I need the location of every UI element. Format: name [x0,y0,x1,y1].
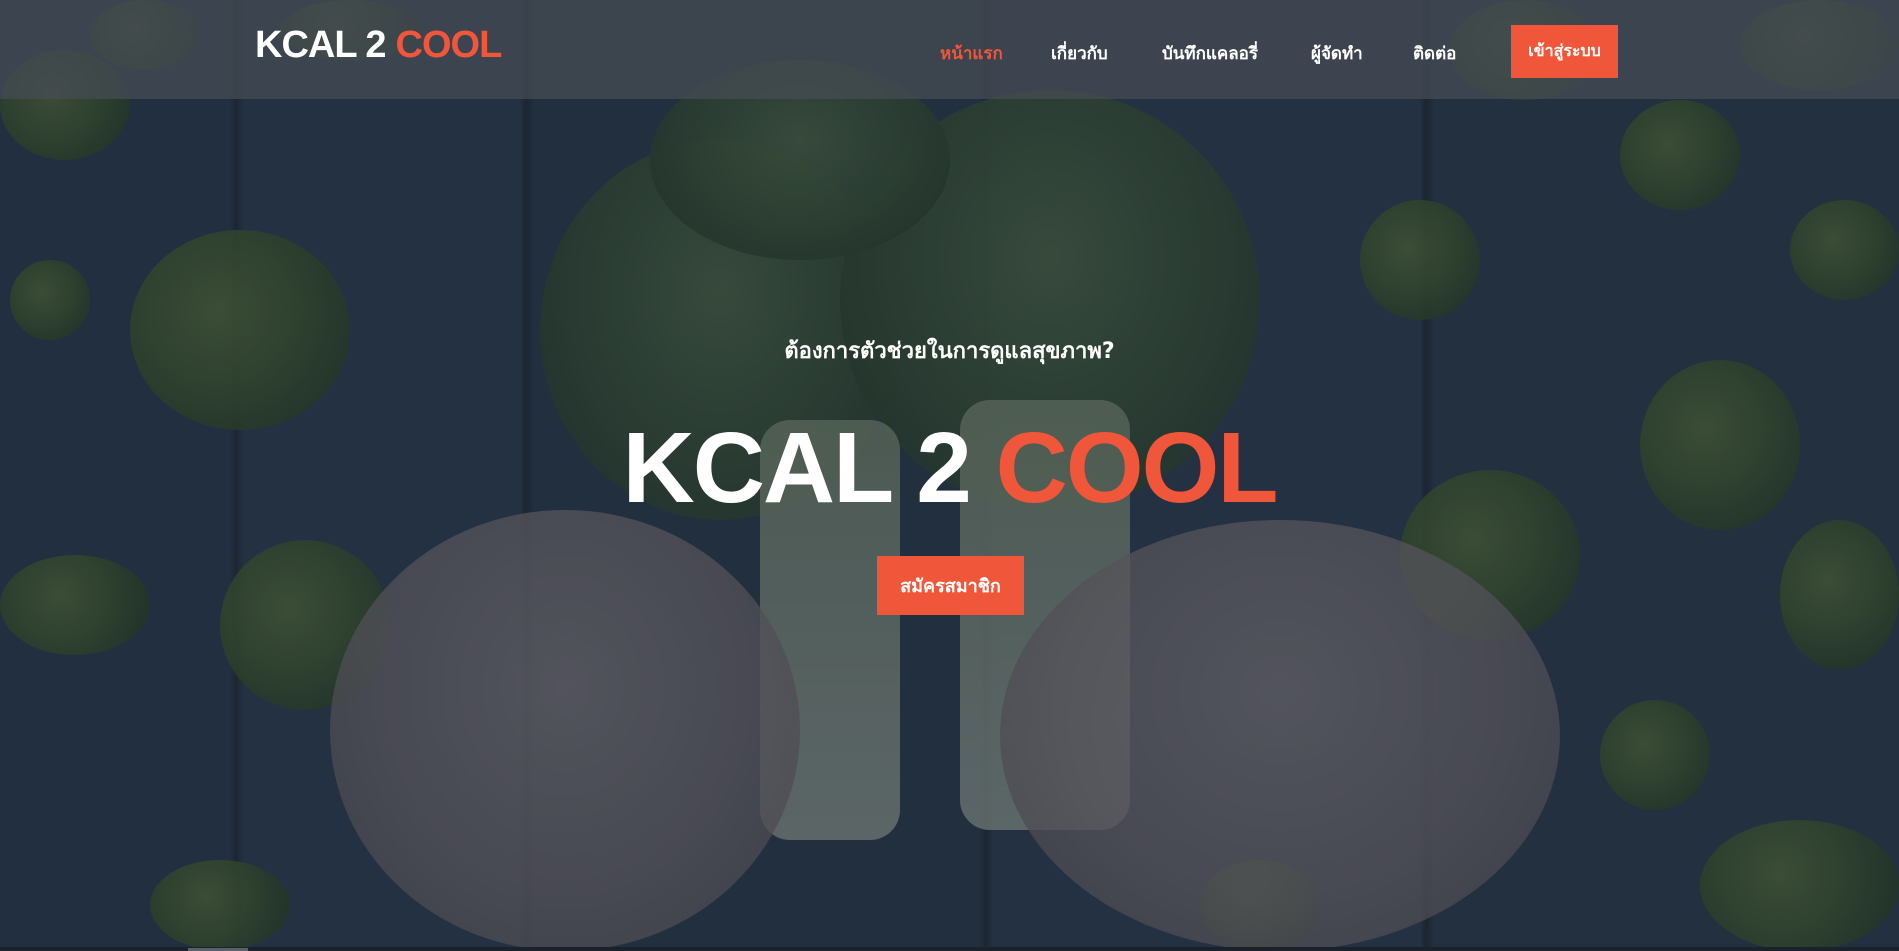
hero-title: KCAL 2 COOL [0,408,1899,528]
logo-text-accent: COOL [395,24,503,66]
nav-item-contact[interactable]: ติดต่อ [1413,40,1456,67]
nav-item-calorie-log[interactable]: บันทึกแคลอรี่ [1162,40,1258,67]
hero-tagline: ต้องการตัวช่วยในการดูแลสุขภาพ? [784,339,1115,364]
nav-item-creators[interactable]: ผู้จัดทำ [1311,40,1363,67]
nav-item-home[interactable]: หน้าแรก [940,40,1003,67]
logo-text-primary: KCAL 2 [255,24,387,66]
site-header: KCAL 2 COOL หน้าแรก เกี่ยวกับ บันทึกแคลอร… [0,0,1899,99]
hero-title-accent: COOL [995,412,1279,524]
nav-item-about[interactable]: เกี่ยวกับ [1051,40,1108,67]
bottom-edge-bar [0,947,1899,951]
signup-button[interactable]: สมัครสมาชิก [877,556,1024,615]
hero-title-primary: KCAL 2 [622,412,972,524]
brand-logo[interactable]: KCAL 2 COOL [255,24,503,67]
login-button[interactable]: เข้าสู่ระบบ [1511,25,1618,78]
